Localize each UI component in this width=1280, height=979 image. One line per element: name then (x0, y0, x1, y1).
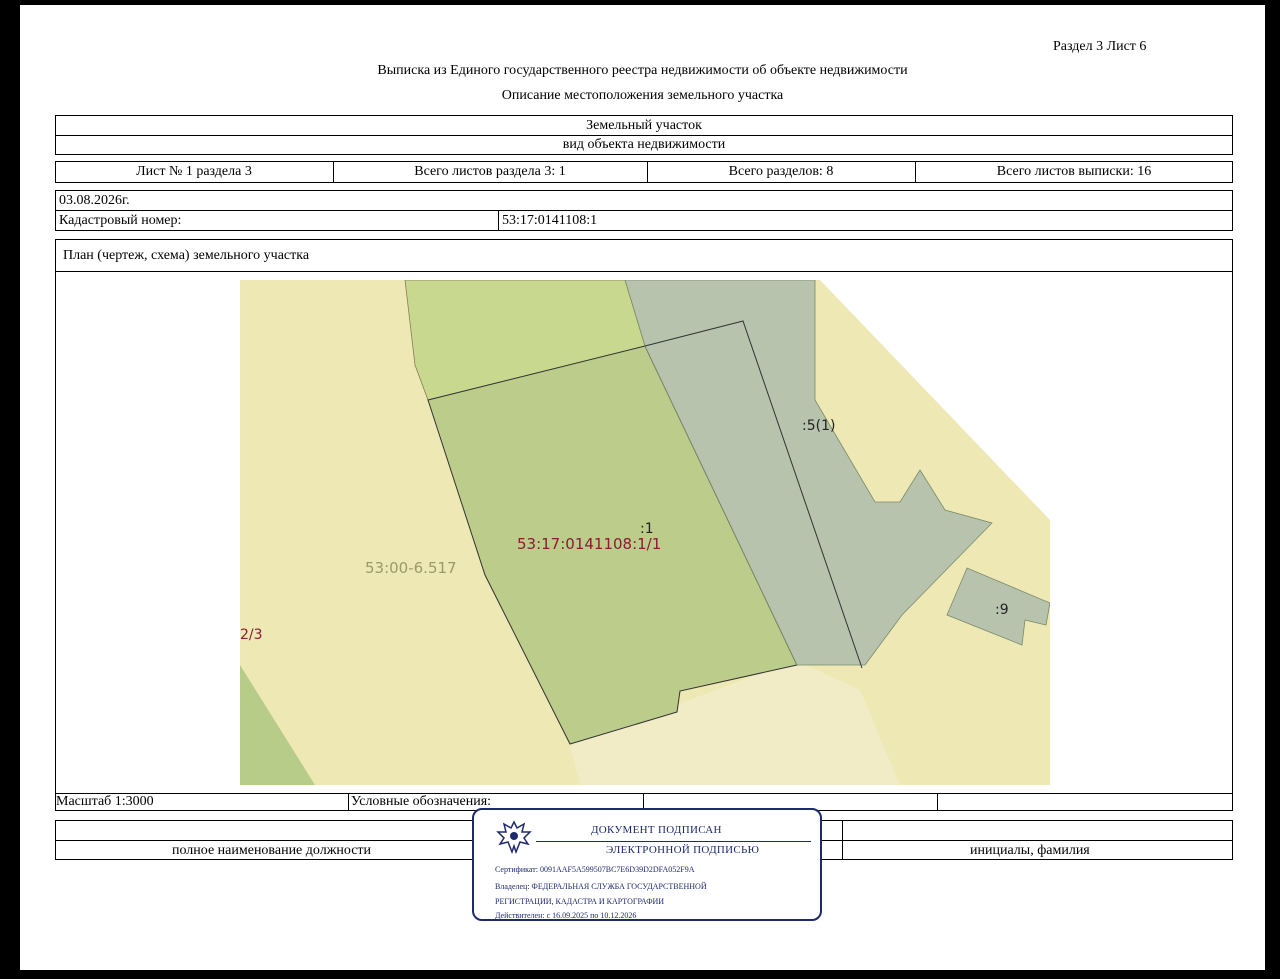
stamp-owner-2: РЕГИСТРАЦИИ, КАДАСТРА И КАРТОГРАФИИ (495, 897, 665, 906)
total-sheets-extract: Всего листов выписки: 16 (996, 164, 1152, 179)
stamp-certificate: Сертификат: 0091AAF5A599507BC7E6D39D2DFA… (495, 865, 695, 874)
cadastral-map: 53:00-6.517 53:17:0141108:1/1 :1 :5(1) :… (240, 280, 1050, 785)
extract-page: Раздел 3 Лист 6 Выписка из Единого госуд… (20, 5, 1265, 970)
initials-label: инициалы, фамилия (970, 843, 1090, 858)
cadastral-number: 53:17:0141108:1 (502, 213, 598, 228)
extract-date: 03.08.2026г. (59, 193, 130, 208)
plan-label: План (чертеж, схема) земельного участка (63, 248, 310, 263)
sheet-number: Лист № 1 раздела 3 (136, 164, 252, 179)
parcel-9-label: :9 (995, 602, 1009, 618)
section-sheet-label: Раздел 3 Лист 6 (1053, 39, 1147, 54)
stamp-validity: Действителен: с 16.09.2025 по 10.12.2026 (495, 911, 637, 920)
object-type-label: вид объекта недвижимости (562, 137, 726, 152)
document-subtitle: Описание местоположения земельного участ… (501, 88, 784, 103)
total-sheets-section: Всего листов раздела 3: 1 (414, 164, 566, 179)
e-signature-stamp: ДОКУМЕНТ ПОДПИСАН ЭЛЕКТРОННОЙ ПОДПИСЬЮ С… (472, 808, 822, 921)
left-edge-label: 2/3 (240, 627, 263, 643)
cadastral-number-label: Кадастровый номер: (59, 213, 182, 228)
position-label: полное наименование должности (172, 843, 372, 858)
stamp-line-1: ДОКУМЕНТ ПОДПИСАН (591, 824, 722, 836)
eagle-emblem-icon (496, 820, 532, 855)
parcel-part-label: 53:17:0141108:1/1 (517, 535, 661, 553)
stamp-owner-1: Владелец: ФЕДЕРАЛЬНАЯ СЛУЖБА ГОСУДАРСТВЕ… (495, 882, 707, 891)
object-name: Земельный участок (586, 118, 702, 133)
scale-label: Масштаб 1:3000 (56, 794, 154, 809)
parcel-5-label: :5(1) (802, 418, 835, 434)
total-sections: Всего разделов: 8 (728, 164, 834, 179)
zone-label: 53:00-6.517 (365, 559, 457, 577)
parcel-1-label: :1 (640, 521, 654, 537)
stamp-line-2: ЭЛЕКТРОННОЙ ПОДПИСЬЮ (606, 844, 760, 856)
document-title: Выписка из Единого государственного реес… (377, 63, 908, 78)
legend-label: Условные обозначения: (351, 794, 492, 809)
